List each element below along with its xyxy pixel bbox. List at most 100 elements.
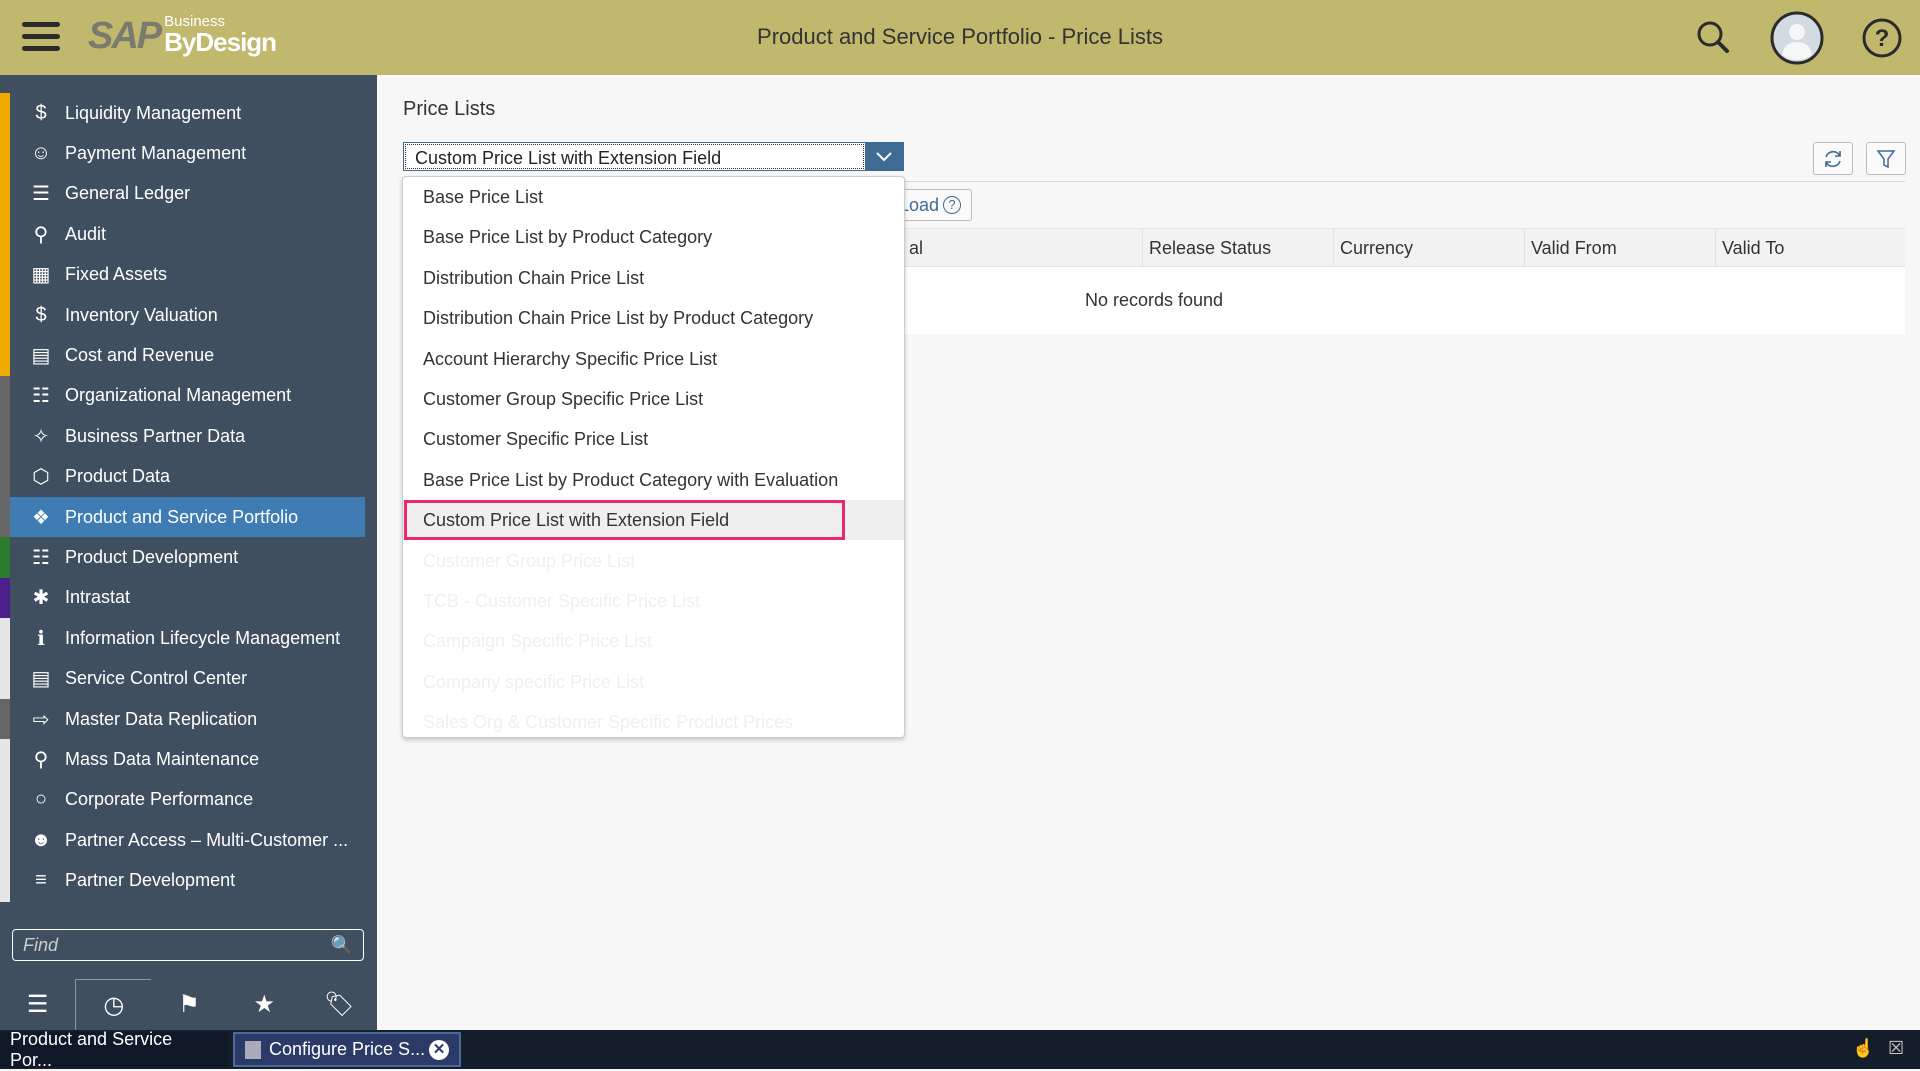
column-header-release-status[interactable]: Release Status bbox=[1142, 229, 1333, 267]
help-icon[interactable]: ? bbox=[1858, 14, 1906, 62]
shell-header: SAP Business ByDesign Product and Service… bbox=[0, 0, 1920, 75]
info-icon: ℹ bbox=[37, 627, 45, 650]
dropdown-option[interactable]: Company specific Price List bbox=[403, 662, 904, 702]
sidebar-item[interactable]: $ Inventory Valuation bbox=[10, 295, 365, 335]
sidebar-item[interactable]: ▤ Cost and Revenue bbox=[10, 335, 365, 375]
sidebar-color-stripe bbox=[0, 577, 10, 619]
sidebar-item-label: Liquidity Management bbox=[65, 102, 242, 123]
price-list-dropdown: Base Price List Base Price List by Produc… bbox=[402, 176, 905, 738]
sidebar-color-stripe bbox=[0, 133, 10, 175]
sidebar-item-label: Mass Data Maintenance bbox=[65, 748, 260, 769]
taskbar-tab-product-service-portfolio[interactable]: Product and Service Por... bbox=[0, 1029, 228, 1070]
sidebar-item[interactable]: $ Liquidity Management bbox=[10, 93, 365, 133]
close-icon[interactable]: ✕ bbox=[429, 1039, 449, 1060]
sidebar-color-stripe bbox=[0, 456, 10, 498]
sidebar-item[interactable]: ☰ General Ledger bbox=[10, 174, 365, 214]
dropdown-option[interactable]: Custom Price List with Extension Field bbox=[403, 500, 904, 541]
search-icon[interactable]: 🔍 bbox=[331, 935, 353, 956]
column-header-valid-to[interactable]: Valid To bbox=[1715, 229, 1905, 267]
sidebar-item[interactable]: ▤ Service Control Center bbox=[10, 659, 365, 699]
sidebar-item-label: Product and Service Portfolio bbox=[65, 506, 299, 527]
hierarchy-icon: ☷ bbox=[32, 546, 50, 569]
sidebar-item-label: Master Data Replication bbox=[65, 708, 258, 729]
price-list-select[interactable]: Custom Price List with Extension Field bbox=[403, 142, 904, 171]
partner-dev-icon: ≡ bbox=[35, 869, 47, 892]
sidebar-color-stripe bbox=[0, 254, 10, 296]
search-icon[interactable] bbox=[1690, 14, 1738, 62]
building-icon: ▦ bbox=[31, 264, 51, 287]
touch-icon[interactable]: ☝ bbox=[1852, 1038, 1874, 1059]
tag-icon[interactable]: 🏷 bbox=[302, 979, 377, 1030]
sidebar-color-stripe bbox=[0, 173, 10, 215]
sidebar-item[interactable]: ≡ Partner Development bbox=[10, 861, 365, 901]
cubes-icon: ❖ bbox=[32, 506, 50, 529]
dropdown-option[interactable]: Distribution Chain Price List by Product… bbox=[403, 298, 904, 338]
sidebar-color-stripe bbox=[0, 699, 10, 740]
help-icon[interactable]: ? bbox=[943, 196, 961, 214]
sidebar-item-label: Corporate Performance bbox=[65, 789, 254, 810]
sidebar-color-stripe bbox=[0, 658, 10, 700]
payment-person-icon: ☺ bbox=[30, 141, 52, 164]
inventory-dollar-icon: $ bbox=[35, 303, 47, 326]
sidebar-item[interactable]: ✱ Intrastat bbox=[10, 578, 365, 618]
sidebar-color-stripe bbox=[0, 93, 10, 134]
sidebar-item[interactable]: ⬡ Product Data bbox=[10, 457, 365, 497]
sidebar-color-stripe bbox=[0, 779, 10, 821]
sidebar-item[interactable]: ⇨ Master Data Replication bbox=[10, 699, 365, 739]
sidebar-item[interactable]: ⚲ Mass Data Maintenance bbox=[10, 739, 365, 779]
column-header-currency[interactable]: Currency bbox=[1333, 229, 1524, 267]
exit-icon[interactable]: ☒ bbox=[1888, 1038, 1904, 1059]
filter-button[interactable] bbox=[1866, 142, 1906, 175]
user-avatar-icon[interactable] bbox=[1770, 11, 1824, 65]
sidebar-color-stripe bbox=[0, 497, 10, 538]
sidebar-item-label: Product Data bbox=[65, 466, 171, 487]
sidebar-color-stripe bbox=[0, 214, 10, 256]
sidebar-color-stripe bbox=[0, 739, 10, 781]
refresh-button[interactable] bbox=[1813, 142, 1853, 175]
document-icon bbox=[245, 1040, 261, 1059]
clipboard-icon: ▤ bbox=[31, 668, 51, 691]
sidebar: $ Liquidity Management ☺ Payment Management… bbox=[0, 75, 377, 1030]
list-icon[interactable]: ☰ bbox=[0, 979, 75, 1030]
sidebar-item[interactable]: ℹ Information Lifecycle Management bbox=[10, 618, 365, 658]
sidebar-item[interactable]: ○ Corporate Performance bbox=[10, 780, 365, 820]
sidebar-item[interactable]: ▦ Fixed Assets bbox=[10, 255, 365, 295]
circle-icon: ○ bbox=[34, 788, 48, 811]
price-lists-label: Price Lists bbox=[403, 98, 496, 120]
sidebar-item-label: Information Lifecycle Management bbox=[65, 627, 341, 648]
highlight-box bbox=[404, 500, 845, 541]
column-header-valid-from[interactable]: Valid From bbox=[1524, 229, 1715, 267]
dropdown-option[interactable]: Customer Specific Price List bbox=[403, 419, 904, 459]
sidebar-color-stripe bbox=[0, 375, 10, 417]
taskbar-tab-configure-price[interactable]: Configure Price S... ✕ bbox=[233, 1032, 461, 1067]
sidebar-item[interactable]: ☺ Payment Management bbox=[10, 133, 365, 173]
chevron-down-icon[interactable] bbox=[865, 143, 903, 170]
sidebar-item[interactable]: ☷ Product Development bbox=[10, 537, 365, 577]
column-header-partial[interactable]: al bbox=[903, 229, 923, 267]
dropdown-option[interactable]: Customer Group Specific Price List bbox=[403, 379, 904, 419]
sidebar-color-stripe bbox=[0, 416, 10, 458]
sidebar-item[interactable]: ⚲ Audit bbox=[10, 214, 365, 254]
find-input[interactable]: Find 🔍 bbox=[12, 929, 364, 961]
sidebar-item[interactable]: ☷ Organizational Management bbox=[10, 376, 365, 416]
dropdown-option[interactable]: Campaign Specific Price List bbox=[403, 621, 904, 661]
dropdown-option[interactable]: TCB - Customer Specific Price List bbox=[403, 581, 904, 621]
dropdown-option[interactable]: Account Hierarchy Specific Price List bbox=[403, 339, 904, 379]
sidebar-color-stripe bbox=[0, 820, 10, 862]
sidebar-bottom-tabs: ☰ ◷ ⚑ ★ 🏷 bbox=[0, 979, 377, 1030]
sidebar-item[interactable]: ✧ Business Partner Data bbox=[10, 416, 365, 456]
list-icon: ☰ bbox=[32, 183, 50, 206]
dropdown-option[interactable]: Sales Org & Customer Specific Product Pr… bbox=[403, 702, 904, 737]
mass-search-icon: ⚲ bbox=[33, 748, 49, 771]
dropdown-option[interactable]: Distribution Chain Price List bbox=[403, 258, 904, 298]
dropdown-option[interactable]: Customer Group Price List bbox=[403, 541, 904, 581]
sidebar-color-stripe bbox=[0, 537, 10, 579]
sidebar-item[interactable]: ☻ Partner Access – Multi-Customer ... bbox=[10, 820, 365, 860]
dropdown-option[interactable]: Base Price List bbox=[403, 177, 904, 217]
clock-icon[interactable]: ◷ bbox=[75, 979, 152, 1030]
favorites-icon[interactable]: ★ bbox=[227, 979, 302, 1030]
sidebar-item[interactable]: ❖ Product and Service Portfolio bbox=[10, 497, 365, 537]
flag-icon[interactable]: ⚑ bbox=[151, 979, 226, 1030]
dropdown-option[interactable]: Base Price List by Product Category with… bbox=[403, 460, 904, 500]
dropdown-option[interactable]: Base Price List by Product Category bbox=[403, 217, 904, 257]
